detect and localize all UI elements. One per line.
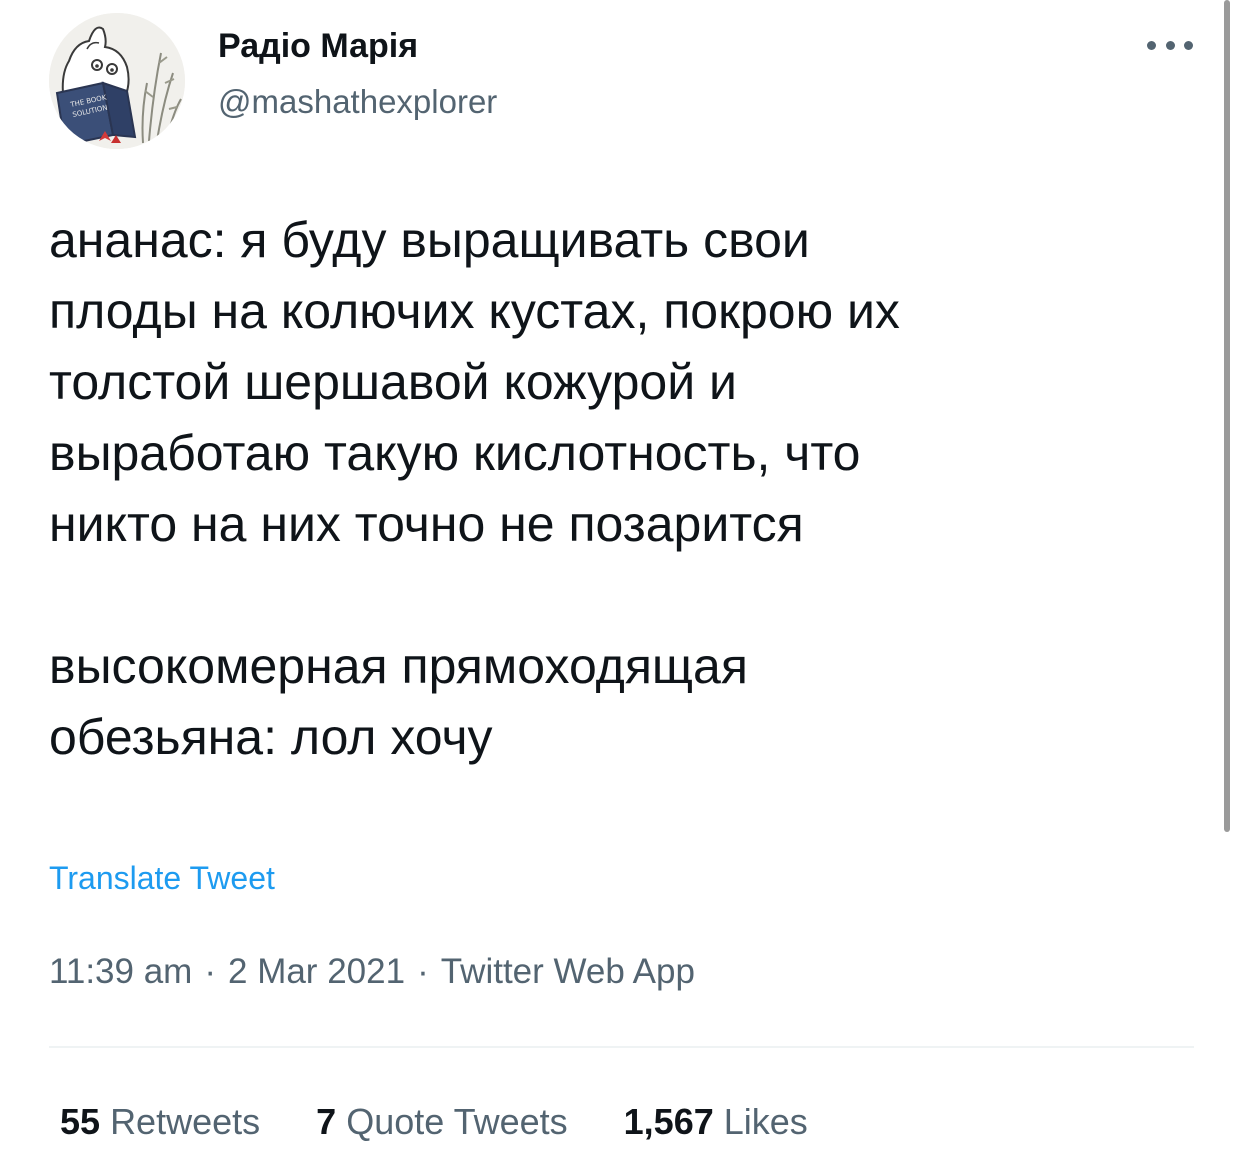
avatar[interactable]: THE BOOK SOLUTION	[49, 13, 185, 149]
more-options-icon-dot	[1184, 40, 1193, 50]
retweets-stat[interactable]: 55 Retweets	[60, 1100, 260, 1144]
retweets-label: Retweets	[110, 1101, 261, 1142]
more-options-icon	[1147, 40, 1156, 50]
divider	[49, 1046, 1194, 1048]
more-options-button[interactable]	[1147, 30, 1193, 60]
more-options-icon-dot	[1165, 40, 1175, 50]
quote-tweets-stat[interactable]: 7 Quote Tweets	[316, 1100, 568, 1144]
likes-count: 1,567	[623, 1101, 714, 1142]
tweet-source[interactable]: Twitter Web App	[441, 952, 695, 991]
translate-tweet-link[interactable]: Translate Tweet	[49, 858, 275, 898]
meta-separator: ·	[417, 952, 429, 991]
tweet-stats: 55 Retweets 7 Quote Tweets 1,567 Likes	[60, 1100, 808, 1144]
scrollbar[interactable]	[1224, 0, 1230, 832]
retweets-count: 55	[60, 1101, 101, 1142]
tweet-date[interactable]: 2 Mar 2021	[228, 952, 405, 991]
author-display-name[interactable]: Радіо Марія	[218, 26, 418, 66]
likes-stat[interactable]: 1,567 Likes	[624, 1100, 808, 1144]
meta-separator: ·	[204, 952, 216, 991]
quote-tweets-label: Quote Tweets	[346, 1101, 568, 1142]
quote-tweets-count: 7	[316, 1101, 337, 1142]
avatar-moomin-reading-icon: THE BOOK SOLUTION	[49, 13, 185, 149]
author-handle[interactable]: @mashathexplorer	[218, 82, 497, 122]
tweet-metadata: 11:39 am · 2 Mar 2021 · Twitter Web App	[49, 950, 695, 994]
tweet-time[interactable]: 11:39 am	[49, 952, 192, 991]
likes-label: Likes	[723, 1101, 808, 1142]
tweet-text: ананас: я буду выращивать свои плоды на …	[49, 212, 900, 765]
